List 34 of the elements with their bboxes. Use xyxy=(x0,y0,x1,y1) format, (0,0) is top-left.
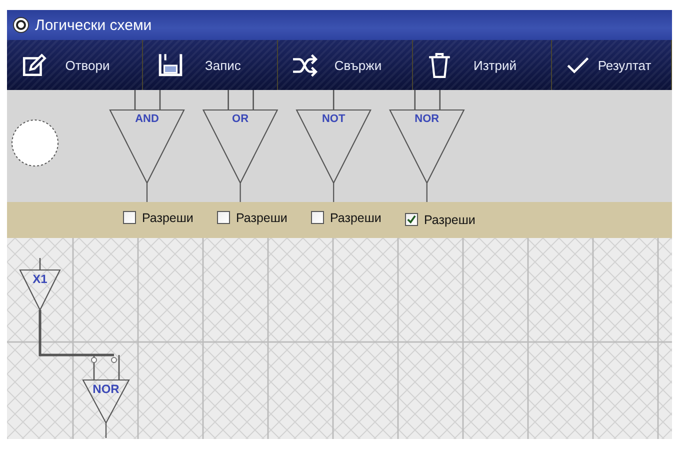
checkbox[interactable] xyxy=(123,211,136,224)
port-icon[interactable] xyxy=(111,357,117,363)
logic-gate[interactable]: AND xyxy=(109,90,185,202)
enable-checkbox[interactable]: Разреши xyxy=(217,210,288,225)
drop-target-circle[interactable] xyxy=(12,120,58,166)
logic-gate[interactable]: OR xyxy=(202,90,278,202)
toolbar-button[interactable]: Изтрий xyxy=(413,40,552,90)
enable-checkbox[interactable]: Разреши xyxy=(123,210,194,225)
gate-label: NOR xyxy=(92,382,120,396)
enable-checkbox[interactable]: Разреши xyxy=(405,212,476,226)
toolbar-button[interactable]: Отвори xyxy=(7,40,143,90)
save-icon xyxy=(157,52,183,78)
checkbox[interactable] xyxy=(311,211,324,224)
app-logo-icon xyxy=(13,17,29,33)
checkbox[interactable] xyxy=(405,213,418,226)
toolbar-button[interactable]: Свържи xyxy=(278,40,413,90)
enable-checkbox[interactable]: Разреши xyxy=(311,210,382,225)
checkbox[interactable] xyxy=(217,211,230,224)
window-title: Логически схеми xyxy=(35,16,152,34)
gate-label: AND xyxy=(135,113,159,125)
logic-gate[interactable]: NOT xyxy=(296,90,372,202)
gate-label: X1 xyxy=(32,272,48,286)
toolbar-button[interactable]: Резултат xyxy=(552,40,672,90)
edit-icon xyxy=(21,52,47,78)
logic-gate[interactable]: NOR xyxy=(389,90,465,202)
logic-gate[interactable]: X1 xyxy=(19,258,61,311)
gate-label: NOR xyxy=(414,113,440,125)
trash-icon xyxy=(427,52,453,78)
shuffle-icon xyxy=(292,52,318,78)
gate-label: OR xyxy=(232,113,249,125)
port-icon[interactable] xyxy=(91,357,97,363)
toolbar-button[interactable]: Запис xyxy=(143,40,278,90)
gate-label: NOT xyxy=(322,113,346,125)
logic-gate[interactable]: NOR xyxy=(82,354,130,439)
